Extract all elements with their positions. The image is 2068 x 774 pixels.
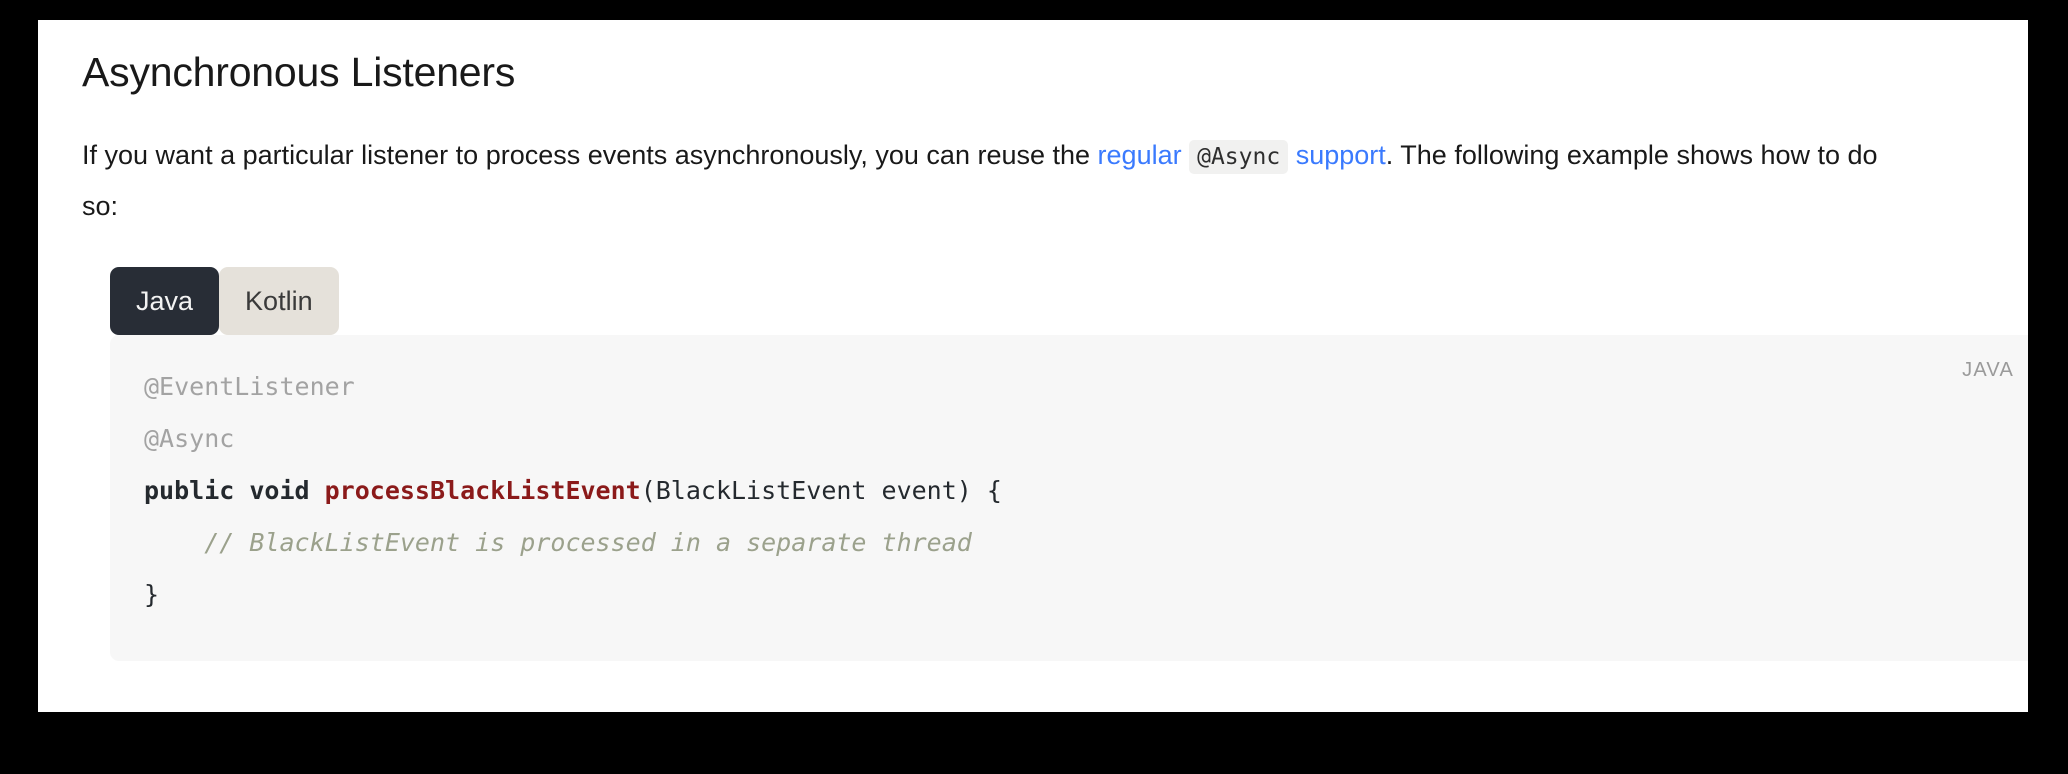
link-regular[interactable]: regular [1098, 140, 1182, 170]
code-line: public void processBlackListEvent(BlackL… [144, 476, 1002, 505]
screenshot-root: Asynchronous Listeners If you want a par… [0, 0, 2068, 774]
code-token-keyword: public void [144, 476, 325, 506]
intro-paragraph: If you want a particular listener to pro… [82, 131, 1912, 231]
paragraph-space-1 [1182, 140, 1190, 170]
code-snippet[interactable]: @EventListener @Async public void proces… [144, 361, 2010, 621]
code-language-label: JAVA [1962, 359, 2014, 382]
code-line: @Async [144, 424, 234, 453]
code-line: } [144, 580, 159, 609]
link-support[interactable]: support [1296, 140, 1386, 170]
tab-java[interactable]: Java [110, 267, 220, 336]
code-line: // BlackListEvent is processed in a sepa… [144, 528, 972, 557]
code-token-comment: // BlackListEvent is processed in a sepa… [204, 528, 972, 558]
code-token-plain: (BlackListEvent event) { [640, 476, 1002, 506]
paragraph-space-2 [1288, 140, 1296, 170]
tab-kotlin[interactable]: Kotlin [219, 267, 339, 336]
code-token-function: processBlackListEvent [324, 476, 641, 506]
code-token-annotation: @EventListener [144, 372, 355, 402]
documentation-content: Asynchronous Listeners If you want a par… [38, 20, 2028, 662]
documentation-page-surface: Asynchronous Listeners If you want a par… [38, 20, 2028, 712]
code-token-annotation: @Async [144, 424, 235, 454]
code-token-plain: } [144, 580, 160, 610]
code-block-java: JAVA @EventListener @Async public void p… [110, 335, 2028, 662]
inline-code-async: @Async [1189, 140, 1289, 175]
language-tab-strip: Java Kotlin [110, 267, 1984, 336]
page-title: Asynchronous Listeners [82, 49, 516, 95]
paragraph-text-lead: If you want a particular listener to pro… [82, 140, 1098, 171]
code-line: @EventListener [144, 372, 355, 401]
